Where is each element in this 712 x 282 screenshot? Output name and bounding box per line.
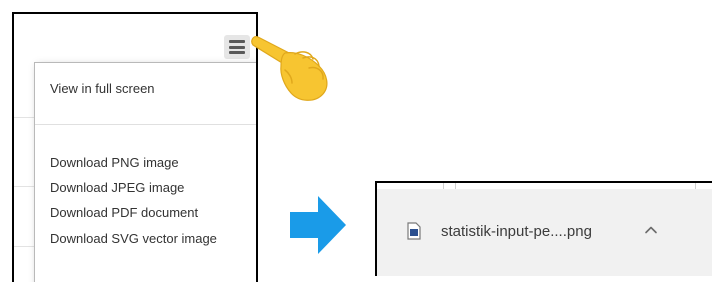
export-menu: View in full screen Download PNG image D… <box>34 62 256 282</box>
right-arrow-icon <box>290 196 346 254</box>
download-bar: statistik-input-pe....png <box>375 181 712 276</box>
menu-item-download-svg[interactable]: Download SVG vector image <box>50 231 217 246</box>
menu-item-download-pdf[interactable]: Download PDF document <box>50 205 198 220</box>
download-file-name: statistik-input-pe....png <box>441 222 592 240</box>
menu-bar <box>229 40 245 43</box>
menu-item-download-png[interactable]: Download PNG image <box>50 155 179 170</box>
strip-mark <box>455 183 456 189</box>
chart-page-screenshot: View in full screen Download PNG image D… <box>12 12 258 282</box>
menu-item-download-jpeg[interactable]: Download JPEG image <box>50 180 184 195</box>
strip-mark <box>695 183 696 189</box>
menu-separator <box>35 124 256 125</box>
pointing-hand-icon <box>251 36 328 101</box>
menu-bar <box>229 45 245 49</box>
menu-bar <box>229 51 245 54</box>
page-edge-strip <box>377 183 712 189</box>
strip-mark <box>443 183 444 189</box>
menu-item-view-full-screen[interactable]: View in full screen <box>50 81 155 96</box>
download-item[interactable]: statistik-input-pe....png <box>407 217 592 245</box>
chevron-up-icon[interactable] <box>644 223 658 237</box>
file-icon <box>407 222 421 240</box>
